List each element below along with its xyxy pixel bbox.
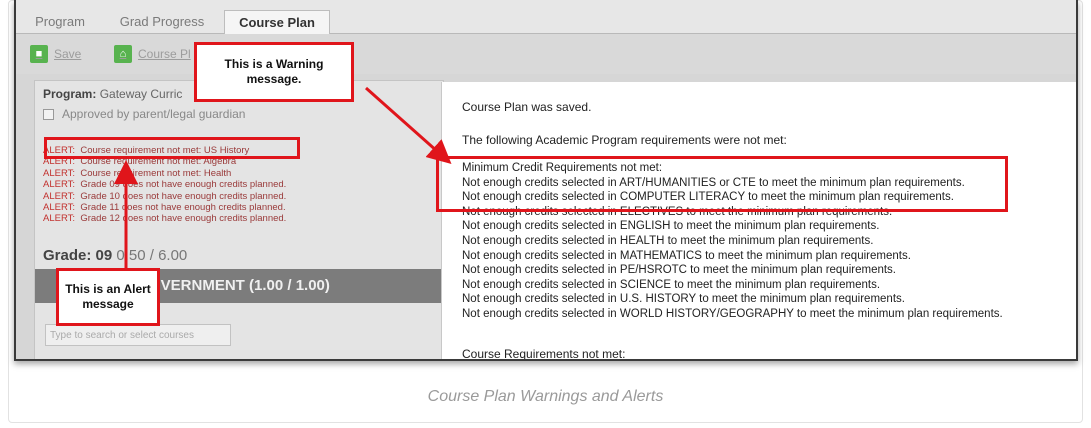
list-item: Not enough credits selected in MATHEMATI… [462, 249, 911, 262]
checkbox-icon[interactable] [43, 108, 54, 120]
approved-checkbox[interactable]: Approved by parent/legal guardian [43, 107, 245, 121]
tab-program[interactable]: Program [30, 10, 90, 34]
save-icon: ■ [30, 45, 48, 63]
home-icon: ⌂ [114, 45, 132, 63]
program-header: Program: Gateway Curric [43, 87, 182, 101]
alert-highlight-box [44, 137, 300, 159]
tab-grad-progress[interactable]: Grad Progress [112, 10, 212, 34]
program-label: Program: [43, 87, 97, 101]
warning-highlight-box [436, 156, 1008, 212]
course-plan-label: Course Pl [138, 47, 191, 61]
course-plan-button[interactable]: ⌂ Course Pl [114, 44, 191, 64]
alert-item: ALERT: Grade 11 does not have enough cre… [43, 202, 286, 214]
tab-bar: Program Grad Progress Course Plan [16, 0, 1076, 34]
approved-label: Approved by parent/legal guardian [62, 107, 246, 121]
warning-callout: This is a Warning message. [194, 42, 354, 102]
list-item: Not enough credits selected in U.S. HIST… [462, 293, 905, 306]
course-requirements-heading: Course Requirements not met: [462, 347, 626, 361]
tab-course-plan[interactable]: Course Plan [224, 10, 330, 34]
list-item: Not enough credits selected in ENGLISH t… [462, 220, 880, 233]
list-item: Not enough credits selected in WORLD HIS… [462, 307, 1003, 320]
grade-label: Grade: 09 [43, 247, 113, 264]
alert-callout: This is an Alert message [56, 268, 160, 326]
figure-caption: Course Plan Warnings and Alerts [427, 388, 664, 405]
save-button[interactable]: ■ Save [30, 44, 81, 64]
program-value: Gateway Curric [99, 87, 183, 101]
screenshot: Program Grad Progress Course Plan ■ Save… [14, 0, 1078, 361]
alert-item: ALERT: Course requirement not met: Healt… [43, 167, 232, 179]
alert-item: ALERT: Grade 10 does not have enough cre… [43, 190, 287, 202]
alert-item: ALERT: Grade 09 does not have enough cre… [43, 179, 287, 191]
toolbar: ■ Save ⌂ Course Pl [16, 34, 1076, 74]
save-result-dialog: Course Plan was saved. The following Aca… [441, 82, 1076, 361]
grade-value: 0.50 / 6.00 [116, 247, 188, 264]
list-item: Not enough credits selected in SCIENCE t… [462, 278, 881, 291]
course-search-input[interactable]: Type to search or select courses [45, 324, 231, 346]
alert-item: ALERT: Grade 12 does not have enough cre… [43, 213, 287, 225]
list-item: Not enough credits selected in HEALTH to… [462, 234, 874, 247]
grade-credits: Grade: 09 0.50 / 6.00 [43, 247, 187, 264]
requirements-intro: The following Academic Program requireme… [462, 133, 787, 147]
save-label: Save [54, 47, 82, 61]
saved-message: Course Plan was saved. [462, 100, 592, 114]
list-item: Not enough credits selected in PE/HSROTC… [462, 264, 896, 277]
